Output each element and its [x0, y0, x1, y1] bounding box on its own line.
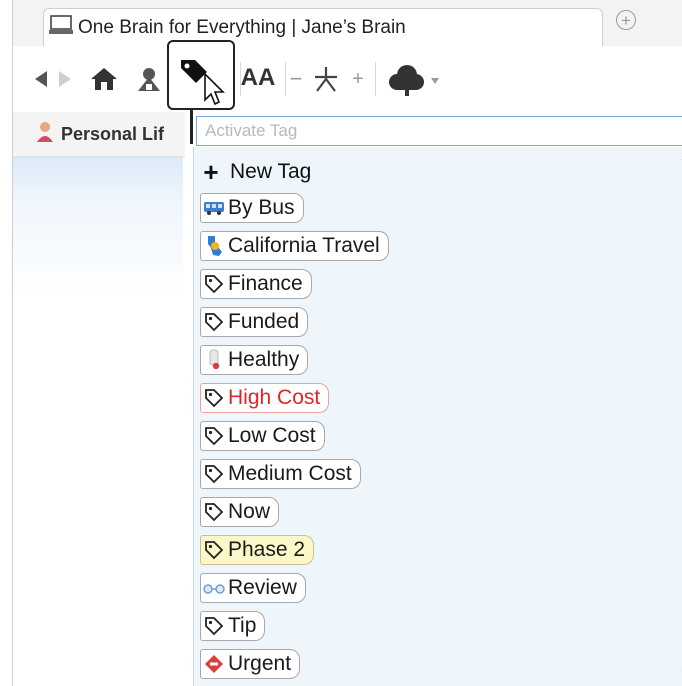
tab-title: One Brain for Everything | Jane’s Brain: [78, 16, 406, 38]
tag-label: California Travel: [228, 234, 380, 257]
zoom-in-button[interactable]: +: [347, 64, 369, 94]
brain-view-icon: [138, 68, 160, 91]
tag-item-low-cost[interactable]: Low Cost: [200, 419, 325, 453]
cloud-sync-button[interactable]: [385, 62, 441, 98]
toolbar-separator: [375, 62, 376, 96]
tag-outline-icon: [203, 387, 225, 409]
glasses-icon: [203, 577, 225, 599]
tag-item-tip[interactable]: Tip: [200, 609, 266, 643]
callout-line: [190, 110, 193, 144]
scroll-down-icon[interactable]: ⌄: [676, 662, 682, 676]
activate-tag-input[interactable]: [196, 116, 682, 146]
tag-outline-icon: [203, 615, 225, 637]
tag-item-now[interactable]: Now: [200, 495, 280, 529]
tag-label: By Bus: [228, 196, 295, 219]
plus-icon: +: [203, 157, 219, 187]
add-tab-icon[interactable]: +: [616, 10, 636, 30]
tag-label: Finance: [228, 272, 303, 295]
sidebar-body: [13, 157, 183, 686]
california-icon: [203, 235, 225, 257]
minus-label: −: [289, 66, 303, 91]
tag-label: Now: [228, 500, 271, 523]
new-tag-item[interactable]: + New Tag: [200, 155, 311, 189]
font-size-label: AA: [240, 64, 276, 91]
tab-bar: One Brain for Everything | Jane’s Brain …: [13, 0, 682, 46]
brain-view-button[interactable]: [134, 64, 164, 94]
tag-label: Low Cost: [228, 424, 316, 447]
tag-dropdown: ⌃ + New Tag By Bus California Travel: [193, 147, 682, 686]
tag-outline-icon: [203, 273, 225, 295]
sidebar-tab-label: Personal Lif: [61, 123, 165, 144]
home-icon: [91, 68, 117, 90]
tab-janes-brain[interactable]: One Brain for Everything | Jane’s Brain: [43, 8, 603, 46]
scroll-up-icon[interactable]: ⌃: [676, 155, 682, 169]
tag-label: High Cost: [228, 386, 321, 409]
network-icon: [315, 67, 337, 92]
tag-label: Review: [228, 576, 297, 599]
app-window: One Brain for Everything | Jane’s Brain …: [12, 0, 682, 686]
tag-item-high-cost[interactable]: High Cost: [200, 381, 330, 415]
bus-icon: [203, 197, 225, 219]
tag-item-california-travel[interactable]: California Travel: [200, 229, 389, 263]
tag-item-healthy[interactable]: Healthy: [200, 343, 309, 377]
tag-label: Phase 2: [228, 538, 306, 561]
tag-label: Tip: [228, 614, 257, 637]
cloud-icon: [389, 65, 439, 96]
tag-label: Urgent: [228, 652, 292, 675]
tag-item-finance[interactable]: Finance: [200, 267, 312, 301]
plus-label: +: [352, 67, 364, 90]
tag-item-urgent[interactable]: Urgent: [200, 647, 301, 681]
tag-label: Funded: [228, 310, 300, 333]
tag-outline-icon: [203, 311, 225, 333]
tag-button[interactable]: [167, 40, 235, 110]
tag-item-phase-2[interactable]: Phase 2: [200, 533, 315, 567]
toolbar: AA − +: [13, 46, 682, 112]
font-size-button[interactable]: AA: [240, 63, 276, 93]
new-tag-label: New Tag: [230, 160, 312, 183]
tag-outline-icon: [203, 501, 225, 523]
tag-icon: [181, 60, 225, 106]
back-arrow-icon[interactable]: [33, 69, 73, 89]
tag-outline-icon: [203, 425, 225, 447]
tag-item-funded[interactable]: Funded: [200, 305, 309, 339]
tag-item-by-bus[interactable]: By Bus: [200, 191, 304, 225]
laptop-icon: [48, 14, 74, 41]
tag-outline-icon: [203, 463, 225, 485]
person-icon: [35, 121, 55, 148]
thermometer-icon: [203, 349, 225, 371]
layout-button[interactable]: [309, 62, 343, 96]
back-forward-buttons[interactable]: [33, 66, 73, 92]
tag-outline-icon: [203, 539, 225, 561]
sidebar-tab-personal-life[interactable]: Personal Lif: [13, 112, 185, 157]
home-button[interactable]: [89, 64, 119, 94]
tag-label: Medium Cost: [228, 462, 352, 485]
tag-item-medium-cost[interactable]: Medium Cost: [200, 457, 361, 491]
zoom-out-button[interactable]: −: [285, 64, 307, 94]
tag-item-review[interactable]: Review: [200, 571, 306, 605]
tag-label: Healthy: [228, 348, 300, 371]
mouse-cursor-icon: [204, 72, 225, 106]
urgent-diamond-icon: [203, 653, 225, 675]
